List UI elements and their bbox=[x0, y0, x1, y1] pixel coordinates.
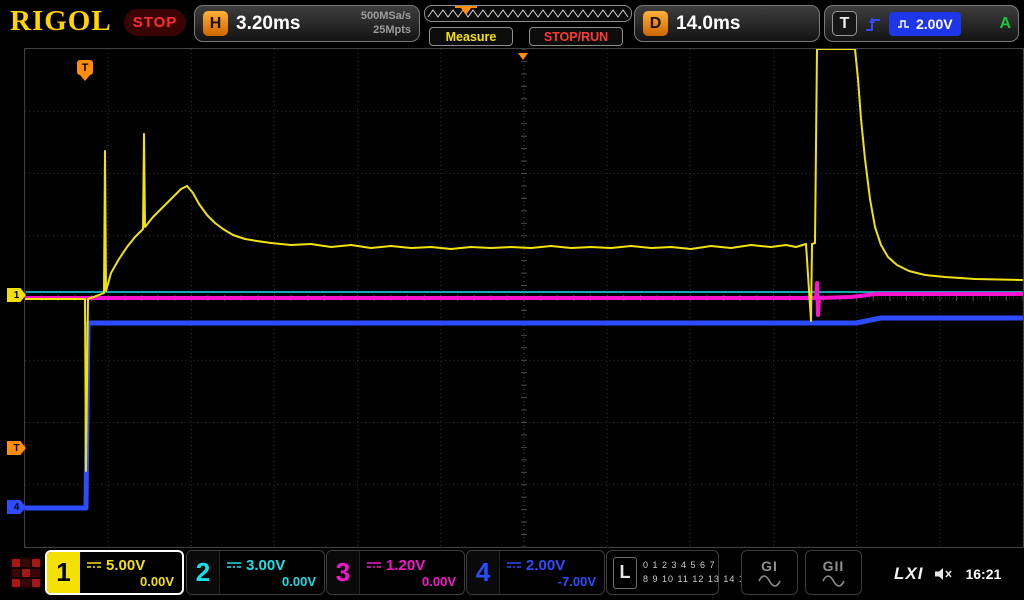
oscilloscope-screen: RIGOL STOP H 3.20ms 500MSa/s 25Mpts Meas… bbox=[0, 0, 1024, 600]
top-bar: RIGOL STOP H 3.20ms 500MSa/s 25Mpts Meas… bbox=[0, 0, 1024, 48]
lxi-badge: LXI bbox=[894, 564, 923, 584]
rigol-logo: RIGOL bbox=[10, 5, 112, 38]
trigger-mode: A bbox=[999, 15, 1011, 33]
run-state-badge: STOP bbox=[124, 9, 186, 36]
logic-label: L bbox=[613, 557, 637, 589]
coupling-icon bbox=[506, 560, 522, 570]
coupling-icon bbox=[86, 560, 102, 570]
channel-3-offset: 0.00V bbox=[366, 574, 456, 589]
channel-1-scale: 5.00V bbox=[106, 557, 145, 574]
channel-4-number: 4 bbox=[467, 551, 500, 594]
trigger-level-badge: 2.00V bbox=[889, 12, 961, 36]
channel-4-scale: 2.00V bbox=[526, 557, 565, 574]
bottom-bar: 1 5.00V 0.00V 2 bbox=[0, 548, 1024, 600]
horizontal-settings[interactable]: H 3.20ms 500MSa/s 25Mpts bbox=[194, 5, 420, 42]
trigger-level-value: 2.00V bbox=[916, 16, 953, 32]
channel-3-status[interactable]: 3 1.20V 0.00V bbox=[326, 550, 465, 595]
delay-icon: D bbox=[643, 11, 668, 36]
waveform-ch1 bbox=[26, 49, 1022, 471]
coupling-icon bbox=[226, 560, 242, 570]
coupling-icon bbox=[366, 560, 382, 570]
timebase-value: 3.20ms bbox=[236, 13, 300, 35]
logic-row-1: 0 1 2 3 4 5 6 7 bbox=[643, 559, 751, 573]
channel-1-offset: 0.00V bbox=[86, 574, 174, 589]
square-wave-icon bbox=[897, 19, 911, 29]
delay-settings[interactable]: D 14.0ms bbox=[634, 5, 820, 42]
trigger-settings[interactable]: T 2.00V A bbox=[824, 5, 1019, 42]
horizontal-center-marker-icon bbox=[518, 53, 528, 60]
channel-4-offset: -7.00V bbox=[506, 574, 596, 589]
status-group: LXI 16:21 bbox=[894, 548, 1001, 600]
channel-3-scale: 1.20V bbox=[386, 557, 425, 574]
memory-waveform-icon bbox=[425, 6, 631, 21]
sine-wave-icon bbox=[758, 575, 782, 587]
channel-2-status[interactable]: 2 3.00V 0.00V bbox=[186, 550, 325, 595]
trigger-position-pointer-icon bbox=[80, 75, 90, 81]
generator-2-status[interactable]: GII bbox=[805, 550, 862, 595]
measure-button[interactable]: Measure bbox=[429, 27, 513, 46]
channel-2-offset: 0.00V bbox=[226, 574, 316, 589]
memory-depth: 25Mpts bbox=[373, 24, 411, 37]
horizontal-icon: H bbox=[203, 11, 228, 36]
channel-2-number: 2 bbox=[187, 551, 220, 594]
logic-row-2: 8 9 10 11 12 13 14 15 bbox=[643, 573, 751, 587]
channel-4-status[interactable]: 4 2.00V -7.00V bbox=[466, 550, 605, 595]
channel-1-status[interactable]: 1 5.00V 0.00V bbox=[45, 550, 184, 595]
sine-wave-icon bbox=[822, 575, 846, 587]
channel-3-number: 3 bbox=[327, 551, 360, 594]
clock: 16:21 bbox=[965, 566, 1001, 582]
channel-1-number: 1 bbox=[47, 552, 80, 593]
trigger-position-marker[interactable]: T bbox=[77, 60, 93, 75]
generator-1-status[interactable]: GI bbox=[741, 550, 798, 595]
logic-channels-status[interactable]: L 0 1 2 3 4 5 6 7 8 9 10 11 12 13 14 15 bbox=[606, 550, 719, 595]
delay-value: 14.0ms bbox=[676, 13, 740, 35]
trigger-icon: T bbox=[832, 11, 857, 36]
grid-pattern-icon[interactable] bbox=[10, 557, 42, 589]
memory-position-strip[interactable] bbox=[424, 5, 632, 22]
channel-2-scale: 3.00V bbox=[246, 557, 285, 574]
sample-rate: 500MSa/s bbox=[361, 10, 411, 23]
trigger-slope-icon bbox=[863, 15, 883, 33]
speaker-muted-icon[interactable] bbox=[934, 567, 954, 581]
stop-run-button[interactable]: STOP/RUN bbox=[529, 27, 623, 46]
graticule[interactable] bbox=[24, 48, 1024, 548]
generator-1-label: GI bbox=[761, 558, 778, 574]
generator-2-label: GII bbox=[823, 558, 845, 574]
waveform-area[interactable]: 1T4T bbox=[0, 48, 1024, 548]
